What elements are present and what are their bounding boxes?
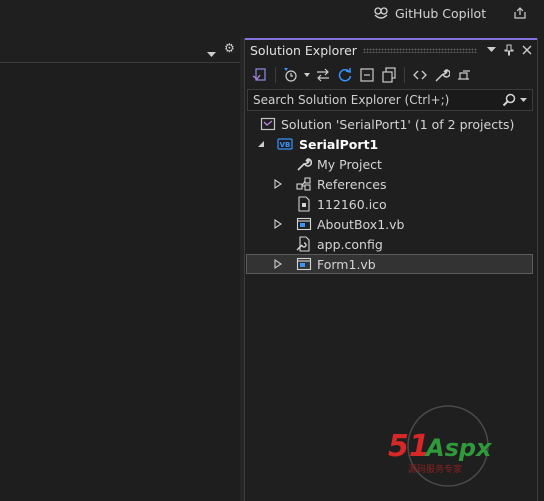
tree-item-project[interactable]: VB SerialPort1 (246, 134, 533, 154)
watermark-logo: 51 Aspx 源码服务专家 (388, 402, 516, 498)
wrench-icon (296, 156, 312, 172)
solution-explorer-titlebar: Solution Explorer (245, 38, 537, 60)
tree-item-solution[interactable]: Solution 'SerialPort1' (1 of 2 projects) (246, 114, 533, 134)
search-input[interactable] (248, 90, 502, 110)
collapse-all-icon[interactable] (358, 66, 376, 84)
view-code-icon[interactable] (411, 66, 429, 84)
copilot-icon (374, 7, 388, 19)
search-options-dropdown-icon[interactable] (520, 97, 528, 103)
tree-item-form1[interactable]: Form1.vb (246, 254, 533, 274)
window-position-dropdown-icon[interactable] (483, 42, 499, 58)
settings-gear-icon[interactable]: ⚙ (224, 41, 235, 55)
search-icon[interactable] (502, 93, 518, 107)
tree-item-label: References (317, 176, 387, 192)
sync-with-active-document-icon[interactable] (314, 66, 332, 84)
pin-icon[interactable] (501, 42, 517, 58)
refresh-icon[interactable] (336, 66, 354, 84)
collapsed-arrow-icon[interactable] (273, 259, 283, 269)
share-icon (514, 7, 526, 19)
tree-item-label: SerialPort1 (299, 136, 379, 152)
expanded-arrow-icon[interactable] (256, 139, 266, 149)
title-bar: GitHub Copilot (0, 0, 544, 26)
preview-selected-items-icon[interactable] (455, 66, 473, 84)
watermark-subtitle: 源码服务专家 (408, 463, 462, 475)
collapsed-arrow-icon[interactable] (273, 219, 283, 229)
tree-item-app-config[interactable]: app.config (246, 234, 533, 254)
tree-item-label: My Project (317, 156, 382, 172)
vb-project-icon: VB (277, 136, 293, 152)
properties-wrench-icon[interactable] (433, 66, 451, 84)
switch-views-icon[interactable] (251, 66, 269, 84)
document-list-dropdown-icon[interactable] (207, 43, 216, 62)
share-button[interactable] (511, 4, 529, 22)
tree-item-label: app.config (317, 236, 383, 252)
watermark-brand-rest: Aspx (424, 434, 493, 462)
svg-text:VB: VB (280, 141, 291, 149)
editor-area[interactable] (0, 62, 240, 501)
close-icon[interactable] (519, 42, 535, 58)
tree-item-my-project[interactable]: My Project (246, 154, 533, 174)
tree-item-label: 112160.ico (317, 196, 387, 212)
tree-item-label: AboutBox1.vb (317, 216, 405, 232)
solution-explorer-toolbar (245, 62, 537, 88)
tree-item-references[interactable]: References (246, 174, 533, 194)
tree-item-label: Form1.vb (317, 256, 376, 272)
watermark-brand-red: 51 (388, 429, 430, 464)
panel-title: Solution Explorer (250, 42, 357, 58)
references-icon (296, 176, 312, 192)
filter-dropdown-icon[interactable] (304, 73, 310, 77)
solution-icon (260, 116, 276, 132)
form-file-icon (296, 216, 312, 232)
collapsed-arrow-icon[interactable] (273, 179, 283, 189)
drag-grip[interactable] (362, 47, 477, 53)
form-file-icon (296, 256, 312, 272)
document-tab-strip: ⚙ (0, 38, 240, 62)
tree-item-label: Solution 'SerialPort1' (1 of 2 projects) (281, 116, 515, 132)
tree-item-ico-file[interactable]: 112160.ico (246, 194, 533, 214)
config-file-icon (296, 236, 312, 252)
ico-file-icon (296, 196, 312, 212)
github-copilot-button[interactable]: GitHub Copilot (373, 3, 486, 23)
copilot-label: GitHub Copilot (395, 5, 487, 21)
pending-changes-filter-icon[interactable] (282, 66, 300, 84)
tree-item-aboutbox[interactable]: AboutBox1.vb (246, 214, 533, 234)
solution-explorer-search[interactable] (247, 89, 533, 111)
show-all-files-icon[interactable] (380, 66, 398, 84)
